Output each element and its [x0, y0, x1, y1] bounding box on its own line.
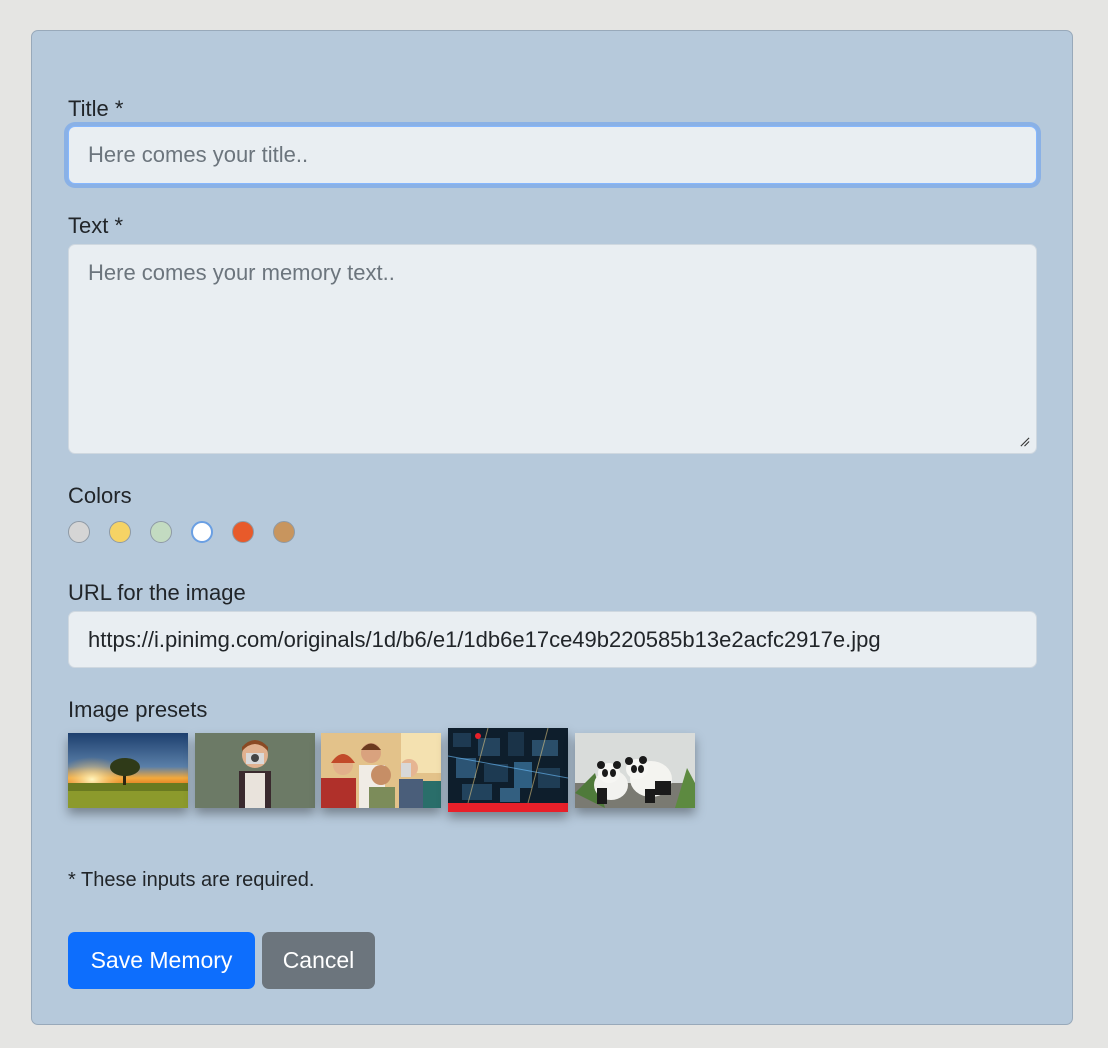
required-note: * These inputs are required. [68, 869, 315, 891]
preset-pandas[interactable] [575, 733, 695, 808]
title-label: Title * [68, 96, 124, 121]
url-label: URL for the image [68, 580, 246, 605]
memory-form-card: Title * Text * Colors URL for the image … [31, 30, 1073, 1025]
text-textarea[interactable] [68, 244, 1037, 454]
color-swatch-gray[interactable] [68, 521, 90, 543]
text-label: Text * [68, 213, 124, 238]
preset-city-aerial[interactable] [448, 728, 568, 812]
image-url-input[interactable] [68, 611, 1037, 668]
preset-tree-sunset[interactable] [68, 733, 188, 808]
color-swatch-orange[interactable] [232, 521, 254, 543]
presets-label: Image presets [68, 697, 208, 722]
color-swatch-green[interactable] [150, 521, 172, 543]
color-swatch-brown[interactable] [273, 521, 295, 543]
color-swatch-yellow[interactable] [109, 521, 131, 543]
cancel-button[interactable]: Cancel [262, 932, 375, 989]
resize-grip-icon[interactable] [1019, 436, 1030, 447]
color-picker [68, 520, 295, 546]
title-input[interactable] [68, 126, 1037, 184]
preset-child-camera[interactable] [195, 733, 315, 808]
save-memory-button[interactable]: Save Memory [68, 932, 255, 989]
colors-label: Colors [68, 483, 132, 508]
color-swatch-white[interactable] [191, 521, 213, 543]
preset-friends-selfie[interactable] [321, 733, 441, 808]
